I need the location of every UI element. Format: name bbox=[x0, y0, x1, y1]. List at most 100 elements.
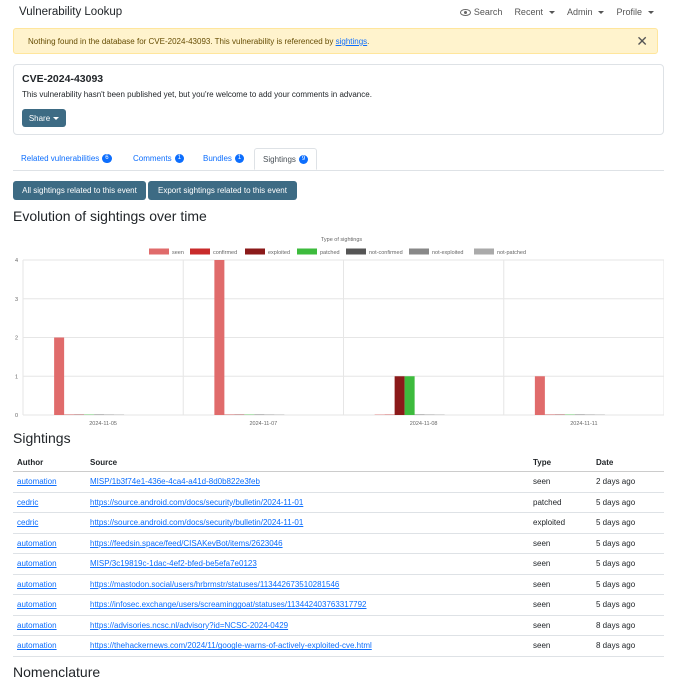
sighting-type: patched bbox=[533, 497, 562, 507]
legend-label: not-exploited bbox=[432, 250, 464, 256]
source-link[interactable]: https://source.android.com/docs/security… bbox=[90, 518, 303, 527]
sighting-type: seen bbox=[533, 559, 551, 569]
nav-profile-dropdown[interactable]: Profile bbox=[616, 7, 654, 17]
vulnerability-description: This vulnerability hasn't been published… bbox=[22, 90, 372, 99]
bar-not-confirmed bbox=[254, 414, 265, 415]
all-sightings-button[interactable]: All sightings related to this event bbox=[13, 181, 146, 200]
tab-comments[interactable]: Comments 1 bbox=[125, 148, 192, 169]
bar-confirmed bbox=[544, 414, 555, 415]
nomenclature-heading: Nomenclature bbox=[13, 664, 101, 680]
bar-exploited bbox=[554, 414, 565, 415]
sighting-date: 5 days ago bbox=[596, 497, 636, 507]
table-cell-date: 8 days ago bbox=[592, 615, 664, 636]
chevron-down-icon bbox=[548, 10, 555, 14]
bar-confirmed bbox=[224, 414, 235, 415]
author-link[interactable]: automation bbox=[17, 641, 57, 650]
table-cell-source: MISP/3c19819c-1dac-4ef2-bfed-be5efa7e012… bbox=[86, 553, 529, 575]
source-link[interactable]: https://advisories.ncsc.nl/advisory?id=N… bbox=[90, 621, 288, 630]
nav-recent-dropdown[interactable]: Recent bbox=[514, 7, 555, 17]
table-row: automation MISP/3c19819c-1dac-4ef2-bfed-b… bbox=[13, 553, 664, 575]
sighting-date: 5 days ago bbox=[596, 518, 636, 528]
table-cell-type: seen bbox=[529, 471, 592, 493]
tab-bundles[interactable]: Bundles 1 bbox=[195, 148, 252, 169]
table-cell-author: cedric bbox=[13, 492, 86, 513]
chart-title: Type of sightings bbox=[321, 237, 363, 243]
chevron-down-icon bbox=[648, 10, 654, 14]
sighting-date: 8 days ago bbox=[596, 641, 636, 651]
sighting-type: seen bbox=[533, 538, 551, 548]
source-link[interactable]: https://source.android.com/docs/security… bbox=[90, 498, 303, 507]
source-link[interactable]: MISP/1b3f74e1-436e-4ca4-a41d-8d0b822e3fe… bbox=[90, 477, 260, 486]
table-row: automation https://feedsin.space/feed/CIS… bbox=[13, 533, 664, 554]
source-link[interactable]: https://mastodon.social/users/hrbrmstr/s… bbox=[90, 580, 339, 589]
alert-sightings-link[interactable]: sightings bbox=[336, 37, 368, 46]
author-link[interactable]: cedric bbox=[17, 518, 38, 527]
bar-not-confirmed bbox=[414, 414, 425, 415]
bar-not-patched bbox=[274, 414, 285, 415]
bar-confirmed bbox=[64, 414, 75, 415]
table-row: automation https://advisories.ncsc.nl/adv… bbox=[13, 615, 664, 636]
tab-label: Comments bbox=[133, 154, 172, 163]
table-cell-date: 5 days ago bbox=[592, 553, 664, 575]
table-cell-source: https://advisories.ncsc.nl/advisory?id=N… bbox=[86, 615, 529, 636]
tab-sightings[interactable]: Sightings 9 bbox=[254, 148, 318, 170]
export-sightings-button[interactable]: Export sightings related to this event bbox=[148, 181, 297, 200]
source-link[interactable]: https://thehackernews.com/2024/11/google… bbox=[90, 641, 372, 650]
x-tick-label: 2024-11-11 bbox=[570, 421, 597, 427]
bar-confirmed bbox=[384, 414, 395, 415]
tab-label: Bundles bbox=[203, 154, 232, 163]
sighting-date: 2 days ago bbox=[596, 477, 636, 487]
source-link[interactable]: MISP/3c19819c-1dac-4ef2-bfed-be5efa7e012… bbox=[90, 559, 257, 568]
table-cell-date: 5 days ago bbox=[592, 533, 664, 554]
table-row: automation https://mastodon.social/users/… bbox=[13, 574, 664, 595]
x-tick-label: 2024-11-08 bbox=[410, 421, 438, 427]
tab-related-vulnerabilities[interactable]: Related vulnerabilities 6 bbox=[13, 148, 120, 169]
table-cell-source: https://infosec.exchange/users/screaming… bbox=[86, 594, 529, 616]
author-link[interactable]: automation bbox=[17, 559, 57, 568]
bar-not-exploited bbox=[264, 414, 275, 415]
table-cell-author: cedric bbox=[13, 512, 86, 534]
sighting-date: 5 days ago bbox=[596, 559, 636, 569]
sighting-type: seen bbox=[533, 477, 551, 487]
bar-seen bbox=[214, 260, 225, 415]
alert-message: Nothing found in the database for CVE-20… bbox=[28, 37, 369, 46]
table-cell-author: automation bbox=[13, 574, 86, 595]
count-badge: 1 bbox=[234, 154, 245, 163]
count-badge: 6 bbox=[102, 154, 112, 163]
tab-bar: Related vulnerabilities 6 Comments 1 Bun… bbox=[13, 148, 664, 171]
legend-label: confirmed bbox=[213, 250, 237, 256]
author-link[interactable]: automation bbox=[17, 477, 57, 486]
table-cell-source: https://thehackernews.com/2024/11/google… bbox=[86, 635, 529, 657]
author-link[interactable]: automation bbox=[17, 580, 57, 589]
table-cell-type: seen bbox=[529, 615, 592, 636]
source-link[interactable]: https://feedsin.space/feed/CISAKevBot/it… bbox=[90, 539, 283, 548]
bar-exploited bbox=[234, 414, 245, 415]
author-link[interactable]: automation bbox=[17, 600, 57, 609]
sighting-type: seen bbox=[533, 600, 551, 610]
share-button[interactable]: Share bbox=[22, 109, 66, 127]
legend-label: patched bbox=[320, 250, 340, 256]
bar-not-patched bbox=[114, 414, 125, 415]
legend-swatch bbox=[297, 248, 317, 255]
brand-link[interactable]: Vulnerability Lookup bbox=[19, 6, 122, 18]
table-cell-date: 5 days ago bbox=[592, 574, 664, 595]
author-link[interactable]: automation bbox=[17, 539, 57, 548]
source-link[interactable]: https://infosec.exchange/users/screaming… bbox=[90, 600, 367, 609]
table-cell-author: automation bbox=[13, 553, 86, 575]
nav-search[interactable]: Search bbox=[459, 7, 502, 17]
legend-label: seen bbox=[172, 250, 184, 256]
count-badge: 9 bbox=[298, 154, 309, 164]
close-icon[interactable]: ✕ bbox=[636, 33, 648, 49]
bar-exploited bbox=[74, 414, 85, 415]
sightings-chart: Type of sightings seen confirmed exploited p… bbox=[13, 232, 664, 432]
legend-swatch bbox=[346, 248, 366, 255]
table-cell-date: 5 days ago bbox=[592, 512, 664, 534]
table-cell-type: seen bbox=[529, 635, 592, 657]
author-link[interactable]: automation bbox=[17, 621, 57, 630]
table-cell-source: MISP/1b3f74e1-436e-4ca4-a41d-8d0b822e3fe… bbox=[86, 471, 529, 493]
author-link[interactable]: cedric bbox=[17, 498, 38, 507]
nav-menu: Search Recent Admin Profile bbox=[459, 7, 654, 17]
bar-not-patched bbox=[594, 414, 605, 415]
nav-admin-dropdown[interactable]: Admin bbox=[567, 7, 605, 17]
table-cell-type: seen bbox=[529, 574, 592, 595]
